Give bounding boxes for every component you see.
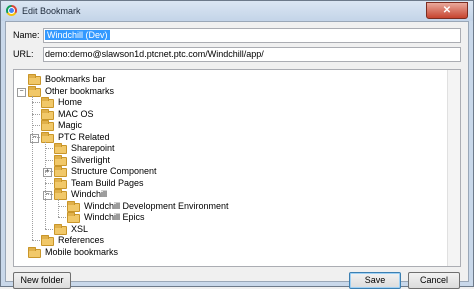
folder-icon [67, 200, 80, 212]
folder-icon [41, 131, 54, 143]
tree-item[interactable]: MAC OS [14, 108, 444, 120]
tree-connector [58, 217, 66, 218]
tree-connector [45, 171, 53, 172]
tree-item-label: Bookmarks bar [45, 74, 106, 84]
tree-connector [45, 194, 53, 195]
tree-item-label: Team Build Pages [71, 177, 144, 188]
tree-item[interactable]: − Other bookmarks [14, 85, 444, 97]
tree-item[interactable]: − PTC Related [14, 131, 444, 143]
folder-icon [28, 246, 41, 258]
edit-bookmark-dialog: Edit Bookmark ✕ Name: Windchill (Dev) UR… [0, 0, 474, 289]
tree-item-label: PTC Related [58, 131, 110, 142]
tree-item-label: Windchill [71, 189, 108, 199]
tree-connector [58, 199, 59, 217]
tree-connector [45, 228, 53, 230]
tree-item[interactable]: Magic [14, 120, 444, 131]
folder-icon [54, 177, 67, 189]
tree-item-label: Silverlight [71, 154, 111, 165]
folder-icon [41, 120, 54, 131]
tree-connector [45, 148, 53, 149]
tree-connector [32, 95, 33, 240]
tree-item-label: MAC OS [58, 108, 94, 119]
tree-connector [45, 182, 53, 184]
tree-item[interactable]: Sharepoint [14, 143, 444, 154]
tree-item-label: Magic [58, 120, 83, 130]
tree-connector [32, 113, 40, 115]
tree-item[interactable]: Windchill Development Environment [14, 200, 444, 212]
cancel-button[interactable]: Cancel [408, 272, 460, 289]
folder-icon [54, 154, 67, 166]
tree-connector [32, 136, 40, 138]
folder-icon [54, 223, 67, 235]
tree-item[interactable]: Windchill Epics [14, 212, 444, 223]
folder-tree[interactable]: Bookmarks bar − Other bookmarks Home MAC OS M… [13, 69, 461, 267]
tree-item[interactable]: − Windchill [14, 189, 444, 200]
tree-item-label: Windchill Development Environment [84, 200, 229, 211]
new-folder-button[interactable]: New folder [13, 272, 71, 289]
name-label: Name: [13, 30, 40, 40]
folder-icon [54, 166, 67, 177]
tree-item[interactable]: Home [14, 97, 444, 108]
tree-item-label: Sharepoint [71, 143, 115, 153]
tree-connector [45, 141, 46, 229]
tree-item-label: Mobile bookmarks [45, 246, 119, 257]
name-value: Windchill (Dev) [45, 30, 110, 40]
tree-item[interactable]: + Structure Component [14, 166, 444, 177]
tree-connector [45, 159, 53, 161]
close-button[interactable]: ✕ [426, 2, 468, 19]
folder-icon [54, 189, 67, 200]
folder-icon [54, 143, 67, 154]
tree-scrollbar[interactable] [447, 70, 460, 266]
url-input[interactable]: demo:demo@slawson1d.ptcnet.ptc.com/Windc… [43, 47, 461, 62]
tree-connector [32, 125, 40, 126]
tree-item-label: Other bookmarks [45, 85, 115, 96]
collapse-icon[interactable]: − [17, 87, 26, 97]
tree-connector [32, 102, 40, 103]
dialog-body: Name: Windchill (Dev) URL: demo:demo@sla… [5, 21, 469, 289]
tree-item-label: Structure Component [71, 166, 157, 176]
folder-icon [41, 108, 54, 120]
tree-item-label: Home [58, 97, 83, 107]
window-title: Edit Bookmark [22, 6, 81, 16]
tree-item-label: Windchill Epics [84, 212, 145, 222]
tree-item[interactable]: Team Build Pages [14, 177, 444, 189]
folder-icon [67, 212, 80, 223]
folder-icon [41, 235, 54, 246]
tree-item[interactable]: Bookmarks bar [14, 74, 444, 85]
tree-connector [58, 205, 66, 207]
folder-icon [28, 74, 41, 85]
name-input[interactable]: Windchill (Dev) [43, 28, 461, 43]
tree-item-label: XSL [71, 223, 89, 234]
url-label: URL: [13, 49, 34, 59]
tree-item[interactable]: XSL [14, 223, 444, 235]
tree-item[interactable]: Mobile bookmarks [14, 246, 444, 258]
title-bar[interactable]: Edit Bookmark ✕ [1, 1, 473, 21]
save-button[interactable]: Save [349, 272, 401, 289]
folder-icon [28, 85, 41, 97]
tree-connector [32, 240, 40, 241]
tree-item[interactable]: References [14, 235, 444, 246]
chrome-icon [6, 5, 17, 16]
folder-icon [41, 97, 54, 108]
tree-item-label: References [58, 235, 105, 245]
tree-item[interactable]: Silverlight [14, 154, 444, 166]
